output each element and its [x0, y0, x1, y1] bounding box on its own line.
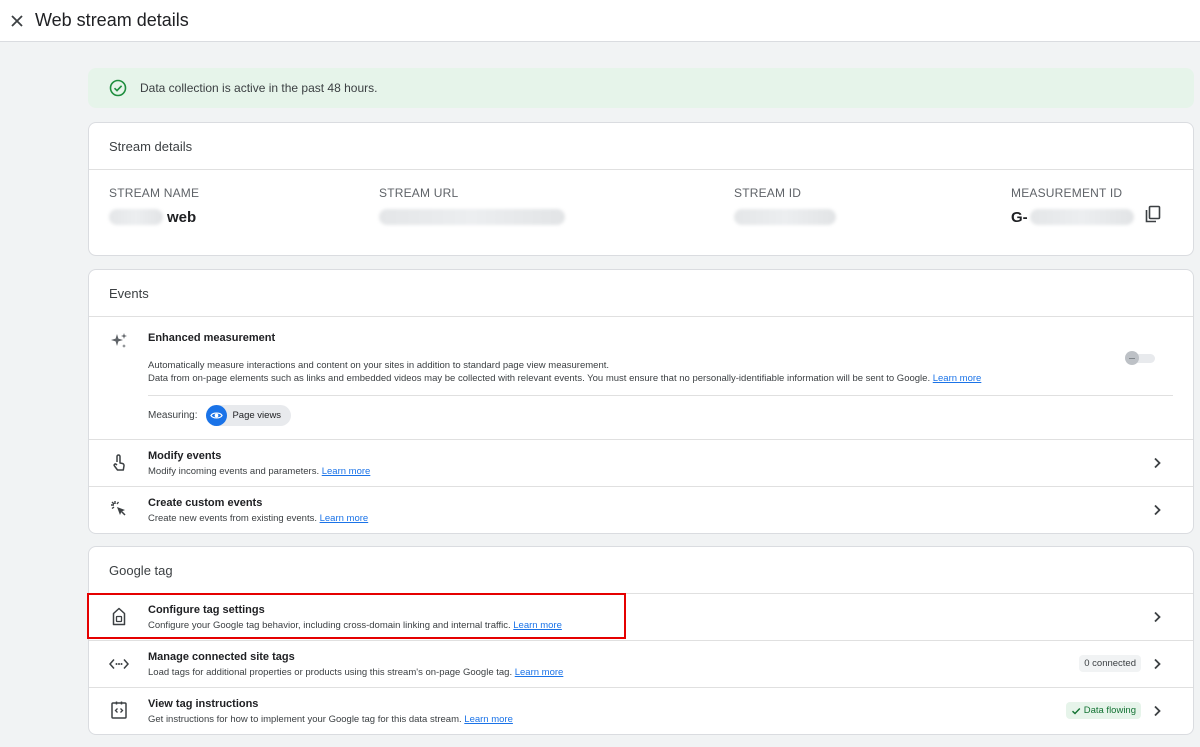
- enhanced-measurement-toggle[interactable]: [1125, 351, 1157, 365]
- sparkle-icon: [109, 331, 129, 351]
- create-custom-events-desc: Create new events from existing events. …: [148, 512, 368, 525]
- enhanced-desc-line-2-text: Data from on-page elements such as links…: [148, 373, 931, 384]
- stream-url-field: STREAM URL: [379, 186, 565, 227]
- redacted-text: [734, 209, 836, 225]
- modify-events-title: Modify events: [148, 450, 222, 462]
- manage-connected-site-tags-desc-text: Load tags for additional properties or p…: [148, 667, 513, 678]
- chevron-right-icon: [1154, 658, 1161, 670]
- configure-tag-settings-desc-text: Configure your Google tag behavior, incl…: [148, 620, 511, 631]
- enhanced-measurement-row: Enhanced measurement Automatically measu…: [89, 317, 1193, 440]
- modify-events-row[interactable]: Modify events Modify incoming events and…: [89, 440, 1193, 487]
- manage-connected-site-tags-desc: Load tags for additional properties or p…: [148, 666, 563, 679]
- measuring-label: Measuring:: [148, 410, 198, 421]
- measurement-id-field: MEASUREMENT ID G-: [1011, 186, 1134, 227]
- google-tag-title: Google tag: [89, 547, 1193, 594]
- stream-details-title: Stream details: [89, 123, 1193, 170]
- modify-events-desc: Modify incoming events and parameters. L…: [148, 465, 370, 478]
- page-views-chip-label: Page views: [232, 410, 282, 421]
- redacted-text: [109, 209, 163, 225]
- connected-count-badge: 0 connected: [1079, 655, 1141, 672]
- enhanced-measurement-desc: Automatically measure interactions and c…: [148, 359, 981, 385]
- eye-icon: [206, 405, 228, 426]
- manage-connected-site-tags-learn-more-link[interactable]: Learn more: [515, 667, 564, 678]
- view-tag-instructions-learn-more-link[interactable]: Learn more: [464, 714, 513, 725]
- check-circle-icon: [109, 79, 127, 97]
- chevron-right-icon: [1154, 504, 1161, 516]
- events-title: Events: [89, 270, 1193, 317]
- copy-measurement-id-button[interactable]: [1143, 204, 1163, 224]
- chevron-right-icon: [1154, 705, 1161, 717]
- events-card: Events Enhanced measurement Automaticall…: [88, 269, 1194, 534]
- measuring-section: Measuring: Page views: [148, 405, 292, 426]
- redacted-text: [1029, 209, 1134, 225]
- create-custom-events-title: Create custom events: [148, 497, 263, 509]
- manage-connected-site-tags-row[interactable]: Manage connected site tags Load tags for…: [89, 641, 1193, 688]
- stream-name-label: STREAM NAME: [109, 186, 200, 200]
- stream-url-label: STREAM URL: [379, 186, 459, 200]
- check-icon: [1071, 707, 1081, 714]
- stream-url-value: [379, 207, 565, 227]
- stream-name-value: web: [109, 207, 199, 227]
- enhanced-measurement-title: Enhanced measurement: [148, 332, 276, 344]
- view-tag-instructions-title: View tag instructions: [148, 698, 259, 710]
- toggle-knob: [1125, 351, 1139, 365]
- stream-details-card: Stream details STREAM NAME web STREAM UR…: [88, 122, 1194, 256]
- stream-id-label: STREAM ID: [734, 186, 802, 200]
- touch-icon: [109, 453, 129, 473]
- modify-events-desc-text: Modify incoming events and parameters.: [148, 466, 320, 477]
- tag-instructions-icon: [109, 700, 129, 720]
- status-banner-text: Data collection is active in the past 48…: [140, 81, 378, 95]
- code-arrows-icon: [109, 654, 129, 674]
- stream-id-value: [734, 207, 836, 227]
- create-custom-events-row[interactable]: Create custom events Create new events f…: [89, 487, 1193, 533]
- divider: [148, 395, 1173, 396]
- enhanced-learn-more-link[interactable]: Learn more: [933, 373, 982, 384]
- chevron-right-icon: [1154, 611, 1161, 623]
- view-tag-instructions-desc: Get instructions for how to implement yo…: [148, 713, 513, 726]
- header: Web stream details: [0, 0, 1200, 42]
- status-banner: Data collection is active in the past 48…: [88, 68, 1194, 108]
- configure-tag-settings-title: Configure tag settings: [148, 604, 265, 616]
- manage-connected-site-tags-title: Manage connected site tags: [148, 651, 295, 663]
- view-tag-instructions-row[interactable]: View tag instructions Get instructions f…: [89, 688, 1193, 734]
- enhanced-desc-line-1: Automatically measure interactions and c…: [148, 360, 610, 371]
- enhanced-desc-line-2: Data from on-page elements such as links…: [148, 372, 981, 385]
- tag-icon: [109, 607, 129, 627]
- configure-tag-settings-row[interactable]: Configure tag settings Configure your Go…: [89, 594, 1193, 641]
- measurement-id-value[interactable]: G-: [1011, 207, 1134, 227]
- page-title: Web stream details: [35, 10, 189, 30]
- data-flowing-badge: Data flowing: [1065, 702, 1141, 719]
- click-icon: [109, 499, 129, 519]
- google-tag-card: Google tag Configure tag settings Config…: [88, 546, 1194, 735]
- configure-tag-settings-desc: Configure your Google tag behavior, incl…: [148, 619, 562, 632]
- close-icon: [11, 14, 23, 27]
- close-button[interactable]: [8, 12, 26, 30]
- measurement-id-label: MEASUREMENT ID: [1011, 186, 1123, 200]
- measurement-id-prefix: G-: [1011, 208, 1028, 226]
- create-custom-events-desc-text: Create new events from existing events.: [148, 513, 317, 524]
- create-custom-events-learn-more-link[interactable]: Learn more: [320, 513, 369, 524]
- chevron-right-icon: [1154, 457, 1161, 469]
- stream-id-field: STREAM ID: [734, 186, 836, 227]
- page-views-chip: Page views: [206, 405, 292, 426]
- configure-tag-settings-learn-more-link[interactable]: Learn more: [513, 620, 562, 631]
- redacted-text: [379, 209, 565, 225]
- stream-name-suffix: web: [167, 208, 197, 226]
- copy-icon: [1145, 205, 1161, 223]
- modify-events-learn-more-link[interactable]: Learn more: [322, 466, 371, 477]
- data-flowing-label: Data flowing: [1083, 705, 1136, 716]
- view-tag-instructions-desc-text: Get instructions for how to implement yo…: [148, 714, 462, 725]
- stream-details-row: STREAM NAME web STREAM URL STREAM ID MEA…: [89, 170, 1193, 254]
- stream-name-field: STREAM NAME web: [109, 186, 199, 227]
